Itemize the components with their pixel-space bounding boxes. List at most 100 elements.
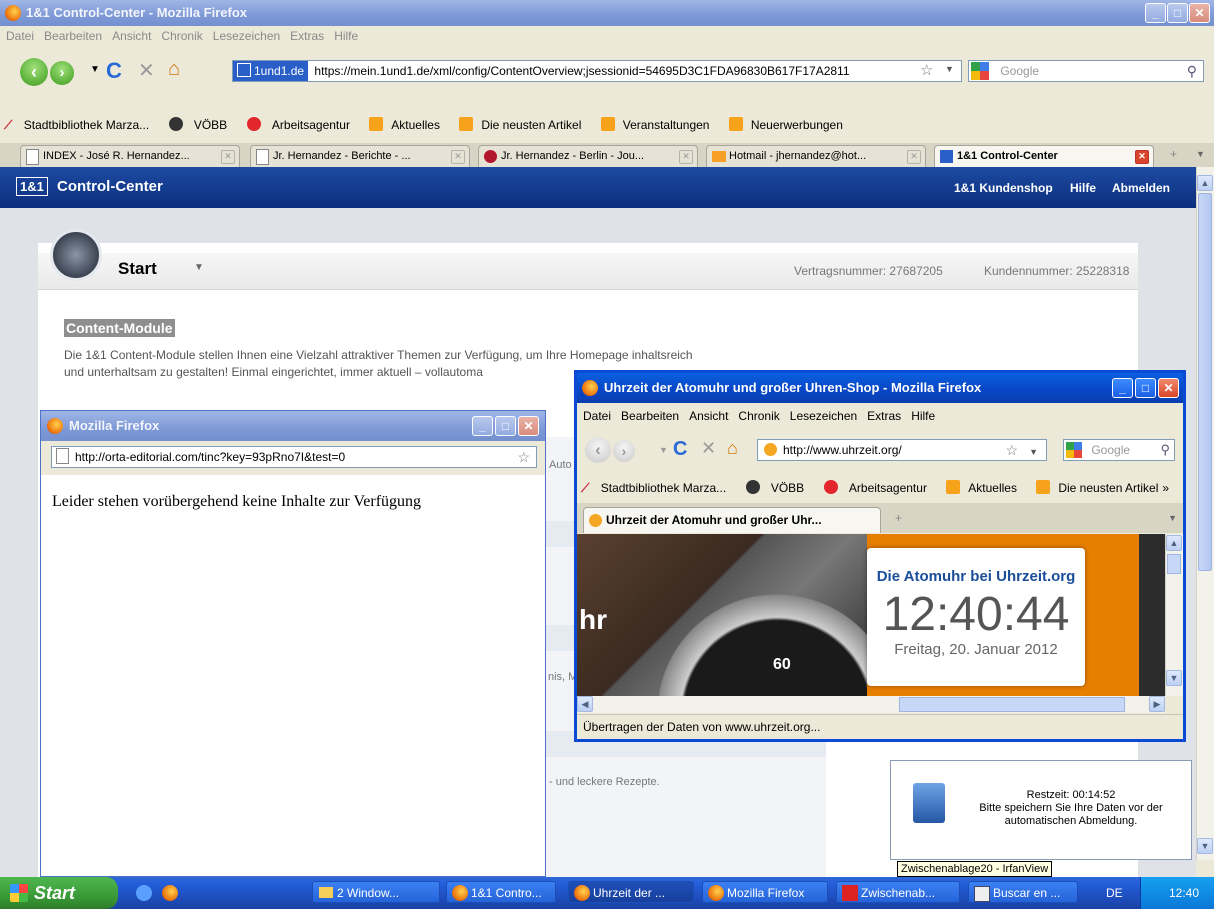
back-button[interactable]: ‹ xyxy=(20,58,48,86)
bookmark-stadtbibliothek[interactable]: ⟋ Stadtbibliothek Marza... xyxy=(4,114,157,136)
link-kundenshop[interactable]: 1&1 Kundenshop xyxy=(954,181,1053,195)
scroll-down-button[interactable]: ▼ xyxy=(1166,670,1182,686)
clock-close-button[interactable]: ✕ xyxy=(1158,378,1179,398)
tab-list-icon[interactable]: ▼ xyxy=(1196,149,1205,159)
site-identity-badge[interactable]: 1und1.de xyxy=(233,61,309,81)
menu-chronik[interactable]: Chronik xyxy=(738,406,779,426)
clock-vertical-scrollbar[interactable]: ▲ ▼ xyxy=(1165,534,1183,696)
tab-close-icon[interactable]: ✕ xyxy=(1135,150,1149,164)
main-address-bar[interactable]: 1und1.de https://mein.1und1.de/xml/confi… xyxy=(232,60,962,82)
menu-bearbeiten[interactable]: Bearbeiten xyxy=(621,406,679,426)
tab-close-icon[interactable]: ✕ xyxy=(907,150,921,164)
bookmark-star-icon[interactable]: ☆ xyxy=(517,447,530,467)
url-dropdown-icon[interactable]: ▼ xyxy=(945,64,954,74)
taskbar-mozilla-firefox[interactable]: Mozilla Firefox xyxy=(702,881,828,903)
main-titlebar[interactable]: 1&1 Control-Center - Mozilla Firefox _ □… xyxy=(0,0,1214,26)
menu-lesezeichen[interactable]: Lesezeichen xyxy=(213,26,280,46)
link-hilfe[interactable]: Hilfe xyxy=(1070,181,1096,195)
1und1-logo[interactable]: 1&1 xyxy=(16,177,48,196)
bookmark-star-icon[interactable]: ☆ xyxy=(920,61,933,79)
search-magnifier-icon[interactable]: ⚲ xyxy=(1187,61,1197,81)
tab-berichte[interactable]: Jr. Hernandez - Berichte - ... ✕ xyxy=(250,145,470,167)
main-vertical-scrollbar[interactable]: ▲ ▼ xyxy=(1196,167,1214,860)
back-button[interactable]: ‹ xyxy=(585,437,611,463)
url-dropdown-icon[interactable]: ▼ xyxy=(1029,442,1038,460)
scroll-thumb[interactable] xyxy=(899,697,1125,712)
tab-list-icon[interactable]: ▼ xyxy=(1168,513,1177,523)
popup-close-button[interactable]: ✕ xyxy=(518,416,539,436)
bookmark-voebb[interactable]: VÖBB xyxy=(745,477,813,499)
menu-hilfe[interactable]: Hilfe xyxy=(334,26,358,46)
menu-datei[interactable]: Datei xyxy=(583,406,611,426)
search-engine-icon[interactable] xyxy=(971,62,989,80)
quicklaunch-ie-icon[interactable] xyxy=(136,885,152,901)
minimize-button[interactable]: _ xyxy=(1145,3,1166,23)
menu-lesezeichen[interactable]: Lesezeichen xyxy=(790,406,857,426)
bookmark-stadtbibliothek[interactable]: ⟋ Stadtbibliothek Marza... xyxy=(581,477,734,499)
new-tab-button[interactable]: + xyxy=(1170,147,1177,161)
tab-berlin[interactable]: Jr. Hernandez - Berlin - Jou... ✕ xyxy=(478,145,698,167)
tab-hotmail[interactable]: Hotmail - jhernandez@hot... ✕ xyxy=(706,145,926,167)
bookmarks-overflow-button[interactable]: » xyxy=(1162,477,1169,499)
scroll-right-button[interactable]: ▶ xyxy=(1149,696,1165,712)
bookmark-voebb[interactable]: VÖBB xyxy=(168,114,236,136)
menu-datei[interactable]: Datei xyxy=(6,26,34,46)
start-dropdown-icon[interactable]: ▼ xyxy=(194,262,204,273)
scroll-up-button[interactable]: ▲ xyxy=(1166,535,1182,551)
maximize-button[interactable]: □ xyxy=(1167,3,1188,23)
language-indicator[interactable]: DE xyxy=(1106,886,1123,900)
reload-icon[interactable]: C xyxy=(106,58,122,84)
tab-close-icon[interactable]: ✕ xyxy=(221,150,235,164)
taskbar-explorer-group[interactable]: 2 Window... xyxy=(312,881,440,903)
search-engine-icon[interactable] xyxy=(1066,442,1082,458)
bookmark-arbeitsagentur[interactable]: Arbeitsagentur xyxy=(246,114,358,136)
tab-close-icon[interactable]: ✕ xyxy=(679,150,693,164)
menu-ansicht[interactable]: Ansicht xyxy=(112,26,151,46)
popup-maximize-button[interactable]: □ xyxy=(495,416,516,436)
search-magnifier-icon[interactable]: ⚲ xyxy=(1160,440,1170,460)
bookmark-neusten-artikel[interactable]: Die neusten Artikel xyxy=(1036,477,1166,499)
link-abmelden[interactable]: Abmelden xyxy=(1112,181,1170,195)
popup-address-bar[interactable]: http://orta-editorial.com/tinc?key=93pRn… xyxy=(51,446,537,468)
start-label[interactable]: Start xyxy=(118,259,157,279)
scroll-thumb[interactable] xyxy=(1198,193,1212,571)
clock-horizontal-scrollbar[interactable]: ◀ ▶ xyxy=(577,696,1165,713)
session-notification[interactable]: Restzeit: 00:14:52 Bitte speichern Sie I… xyxy=(890,760,1192,860)
bookmark-aktuelles[interactable]: Aktuelles xyxy=(946,477,1025,499)
clock-search-box[interactable]: Google ⚲ xyxy=(1063,439,1175,461)
system-clock[interactable]: 12:40 xyxy=(1169,886,1199,900)
popup-minimize-button[interactable]: _ xyxy=(472,416,493,436)
menu-extras[interactable]: Extras xyxy=(867,406,901,426)
new-tab-button[interactable]: + xyxy=(895,511,902,525)
bookmark-arbeitsagentur[interactable]: Arbeitsagentur xyxy=(823,477,935,499)
taskbar-control-center[interactable]: 1&1 Contro... xyxy=(446,881,556,903)
scroll-down-button[interactable]: ▼ xyxy=(1197,838,1213,854)
bookmark-aktuelles[interactable]: Aktuelles xyxy=(369,114,448,136)
tab-index[interactable]: INDEX - José R. Hernandez... ✕ xyxy=(20,145,240,167)
home-icon[interactable]: ⌂ xyxy=(168,58,180,81)
tab-uhrzeit[interactable]: Uhrzeit der Atomuhr und großer Uhr... xyxy=(583,507,881,533)
menu-hilfe[interactable]: Hilfe xyxy=(911,406,935,426)
taskbar-uhrzeit[interactable]: Uhrzeit der ... xyxy=(568,881,694,903)
forward-button[interactable]: › xyxy=(50,61,74,85)
history-dropdown-icon[interactable]: ▼ xyxy=(659,445,668,455)
forward-button[interactable]: › xyxy=(613,440,635,462)
stop-icon[interactable]: ✕ xyxy=(701,438,716,459)
taskbar-search[interactable]: Buscar en ... xyxy=(968,881,1078,903)
main-search-box[interactable]: Google ⚲ xyxy=(968,60,1204,82)
close-button[interactable]: ✕ xyxy=(1189,3,1210,23)
menu-chronik[interactable]: Chronik xyxy=(161,26,202,46)
stop-icon[interactable]: ✕ xyxy=(138,58,155,83)
bookmark-neusten-artikel[interactable]: Die neusten Artikel xyxy=(459,114,589,136)
taskbar-irfanview[interactable]: Zwischenab... xyxy=(836,881,960,903)
tab-control-center[interactable]: 1&1 Control-Center ✕ xyxy=(934,145,1154,167)
history-dropdown-icon[interactable]: ▼ xyxy=(90,64,100,75)
popup-titlebar[interactable]: Mozilla Firefox _ □ ✕ xyxy=(41,411,545,441)
bookmark-neuerwerbungen[interactable]: Neuerwerbungen xyxy=(728,114,851,136)
clock-minimize-button[interactable]: _ xyxy=(1112,378,1133,398)
bookmark-veranstaltungen[interactable]: Veranstaltungen xyxy=(600,114,718,136)
menu-ansicht[interactable]: Ansicht xyxy=(689,406,728,426)
scroll-thumb[interactable] xyxy=(1167,554,1181,574)
clock-maximize-button[interactable]: □ xyxy=(1135,378,1156,398)
quicklaunch-firefox-icon[interactable] xyxy=(162,885,178,901)
